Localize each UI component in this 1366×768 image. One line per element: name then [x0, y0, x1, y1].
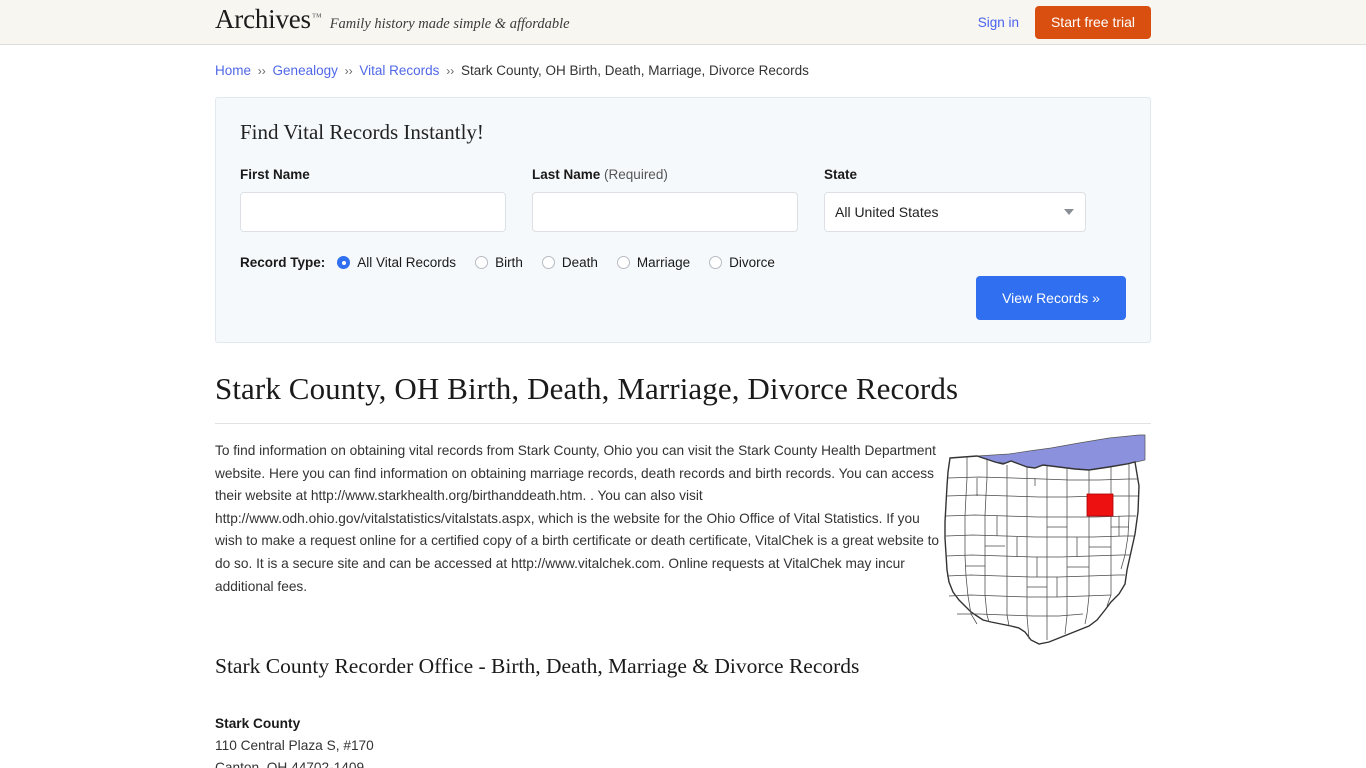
radio-indicator-icon	[616, 256, 630, 269]
radio-death[interactable]: Death	[541, 255, 598, 270]
radio-indicator-icon	[541, 256, 555, 269]
radio-indicator-icon	[337, 256, 351, 269]
brand-logo[interactable]: Archives ™ Family history made simple & …	[215, 6, 570, 33]
state-select[interactable]: All United States	[824, 192, 1086, 232]
radio-marriage[interactable]: Marriage	[616, 255, 691, 270]
state-label: State	[824, 167, 858, 182]
radio-label: All Vital Records	[357, 255, 457, 270]
radio-indicator-icon	[475, 256, 489, 269]
breadcrumb-item-genealogy[interactable]: Genealogy	[273, 63, 338, 78]
office-address-line-1: 110 Central Plaza S, #170	[215, 738, 374, 754]
brand-name: Archives	[215, 4, 311, 34]
content-row: To find information on obtaining vital r…	[215, 434, 1151, 645]
breadcrumb: Home ›› Genealogy ›› Vital Records ›› St…	[215, 45, 1151, 78]
last-name-field-group: Last Name (Required)	[532, 167, 798, 232]
radio-label: Divorce	[729, 255, 775, 270]
breadcrumb-item-vital-records[interactable]: Vital Records	[359, 63, 439, 78]
title-divider	[215, 423, 1151, 424]
radio-all-vital-records[interactable]: All Vital Records	[337, 255, 456, 270]
intro-paragraph: To find information on obtaining vital r…	[215, 443, 940, 594]
state-select-wrapper: All United States	[824, 192, 1086, 232]
site-header: Archives ™ Family history made simple & …	[0, 0, 1366, 45]
first-name-input[interactable]	[240, 192, 506, 232]
office-address-line-2: Canton, OH 44702-1409	[215, 760, 365, 768]
header-inner: Archives ™ Family history made simple & …	[215, 0, 1151, 45]
sign-in-link[interactable]: Sign in	[978, 15, 1019, 30]
radio-indicator-icon	[709, 256, 723, 269]
radio-divorce[interactable]: Divorce	[709, 255, 775, 270]
trademark-icon: ™	[311, 12, 322, 23]
last-name-required-note: (Required)	[604, 167, 668, 182]
search-fields-row: First Name Last Name (Required) State Al…	[240, 167, 1126, 232]
first-name-field-group: First Name	[240, 167, 506, 232]
view-records-button[interactable]: View Records »	[976, 276, 1126, 320]
vital-records-search-panel: Find Vital Records Instantly! First Name…	[215, 97, 1151, 343]
breadcrumb-separator: ››	[446, 64, 455, 78]
record-type-label: Record Type:	[240, 255, 326, 270]
breadcrumb-item-home[interactable]: Home	[215, 63, 251, 78]
radio-birth[interactable]: Birth	[475, 255, 523, 270]
last-name-input[interactable]	[532, 192, 798, 232]
ohio-county-map	[939, 434, 1151, 656]
first-name-label: First Name	[240, 167, 310, 182]
header-actions: Sign in Start free trial	[978, 0, 1151, 45]
search-panel-title: Find Vital Records Instantly!	[240, 120, 484, 144]
office-info-block: Stark County 110 Central Plaza S, #170 C…	[215, 713, 1151, 768]
last-name-label-text: Last Name	[532, 167, 601, 182]
breadcrumb-separator: ››	[344, 64, 353, 78]
office-name: Stark County	[215, 716, 301, 732]
breadcrumb-item-current: Stark County, OH Birth, Death, Marriage,…	[460, 63, 809, 78]
page-container: Home ›› Genealogy ›› Vital Records ›› St…	[215, 45, 1151, 768]
recorder-office-heading: Stark County Recorder Office - Birth, De…	[215, 654, 860, 679]
record-type-row: Record Type: All Vital Records Birth Dea…	[240, 255, 1126, 270]
state-field-group: State All United States	[824, 167, 1086, 232]
last-name-label: Last Name (Required)	[532, 167, 798, 182]
start-free-trial-button[interactable]: Start free trial	[1034, 6, 1151, 39]
radio-label: Death	[561, 255, 598, 270]
breadcrumb-separator: ››	[257, 64, 266, 78]
radio-label: Marriage	[636, 255, 691, 270]
radio-label: Birth	[495, 255, 523, 270]
stark-county-highlight	[1086, 493, 1114, 517]
page-title: Stark County, OH Birth, Death, Marriage,…	[215, 371, 959, 406]
brand-tagline: Family history made simple & affordable	[329, 16, 570, 32]
